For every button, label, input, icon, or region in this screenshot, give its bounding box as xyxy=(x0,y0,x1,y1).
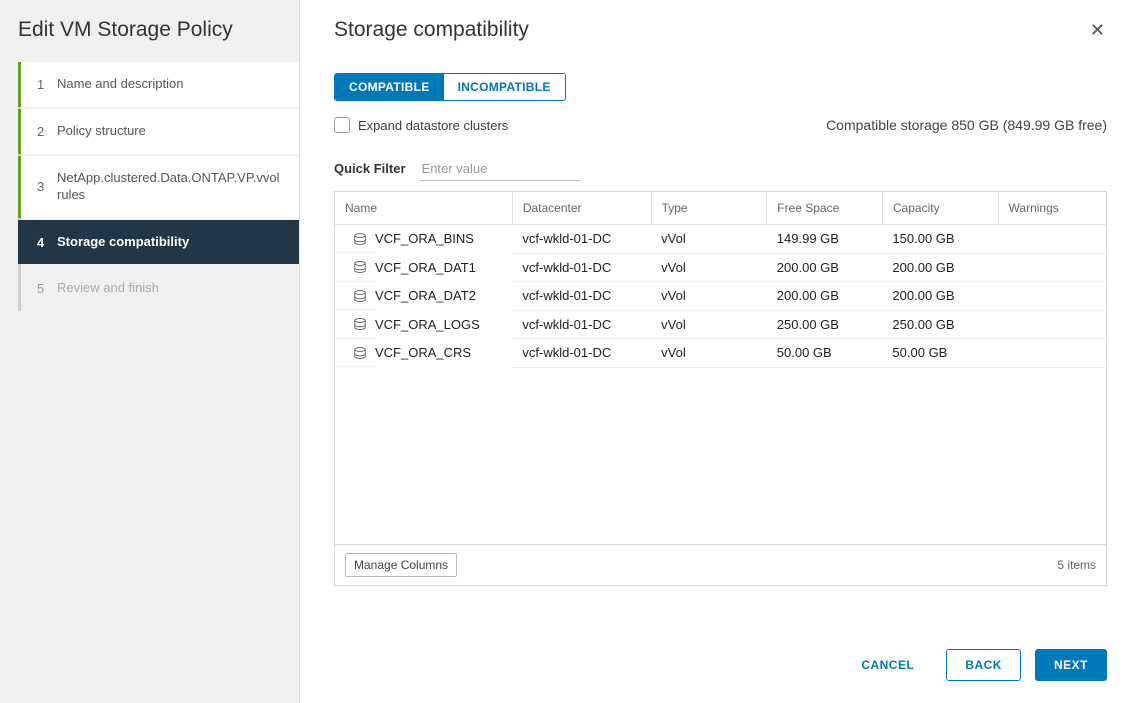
step-number: 3 xyxy=(37,179,53,194)
compatible-storage-summary: Compatible storage 850 GB (849.99 GB fre… xyxy=(826,117,1107,133)
step-name-and-description[interactable]: 1 Name and description xyxy=(18,62,299,107)
expand-clusters-label: Expand datastore clusters xyxy=(358,118,508,133)
tab-compatible[interactable]: COMPATIBLE xyxy=(335,74,444,100)
manage-columns-button[interactable]: Manage Columns xyxy=(345,553,457,577)
col-header-capacity[interactable]: Capacity xyxy=(882,192,998,225)
cell-datacenter: vcf-wkld-01-DC xyxy=(512,225,651,253)
step-label: Policy structure xyxy=(53,123,287,140)
table-row[interactable]: VCF_ORA_DAT2 vcf-wkld-01-DC vVol 200.00 … xyxy=(335,282,1106,311)
col-header-type[interactable]: Type xyxy=(651,192,767,225)
step-number: 1 xyxy=(37,77,53,92)
cell-datacenter: vcf-wkld-01-DC xyxy=(512,311,651,339)
step-storage-compatibility[interactable]: 4 Storage compatibility xyxy=(18,220,299,265)
cell-free-space: 149.99 GB xyxy=(767,225,883,253)
table-row[interactable]: VCF_ORA_BINS vcf-wkld-01-DC vVol 149.99 … xyxy=(335,225,1106,254)
cell-capacity: 250.00 GB xyxy=(882,311,998,339)
checkbox-icon[interactable] xyxy=(334,117,350,133)
step-number: 2 xyxy=(37,124,53,139)
tab-incompatible[interactable]: INCOMPATIBLE xyxy=(444,74,565,100)
step-label: Storage compatibility xyxy=(53,234,287,251)
cell-capacity: 200.00 GB xyxy=(882,254,998,282)
step-review-and-finish[interactable]: 5 Review and finish xyxy=(21,266,299,311)
step-label: Name and description xyxy=(53,76,287,93)
col-header-warnings[interactable]: Warnings xyxy=(998,192,1106,225)
step-policy-structure[interactable]: 2 Policy structure xyxy=(18,109,299,154)
wizard-title: Edit VM Storage Policy xyxy=(0,18,299,60)
table-row[interactable]: VCF_ORA_CRS vcf-wkld-01-DC vVol 50.00 GB… xyxy=(335,339,1106,368)
cell-free-space: 200.00 GB xyxy=(767,282,883,310)
close-icon[interactable]: ✕ xyxy=(1088,18,1107,43)
cell-free-space: 250.00 GB xyxy=(767,311,883,339)
col-header-free-space[interactable]: Free Space xyxy=(767,192,883,225)
wizard-footer: CANCEL BACK NEXT xyxy=(334,613,1107,681)
datastore-icon xyxy=(353,317,367,331)
cell-datacenter: vcf-wkld-01-DC xyxy=(512,254,651,282)
cell-capacity: 50.00 GB xyxy=(882,339,998,367)
cell-warnings xyxy=(998,254,1106,282)
table-row[interactable]: VCF_ORA_DAT1 vcf-wkld-01-DC vVol 200.00 … xyxy=(335,254,1106,283)
cell-name: VCF_ORA_DAT2 xyxy=(375,288,476,303)
cell-type: vVol xyxy=(651,282,767,310)
back-button[interactable]: BACK xyxy=(946,649,1021,681)
cell-type: vVol xyxy=(651,311,767,339)
cancel-button[interactable]: CANCEL xyxy=(843,649,932,681)
cell-name: VCF_ORA_DAT1 xyxy=(375,260,476,275)
cell-warnings xyxy=(998,225,1106,253)
item-count: 5 items xyxy=(1057,558,1096,572)
cell-datacenter: vcf-wkld-01-DC xyxy=(512,282,651,310)
wizard-sidebar: Edit VM Storage Policy 1 Name and descri… xyxy=(0,0,300,703)
cell-capacity: 200.00 GB xyxy=(882,282,998,310)
table-row[interactable]: VCF_ORA_LOGS vcf-wkld-01-DC vVol 250.00 … xyxy=(335,311,1106,340)
page-title: Storage compatibility xyxy=(334,18,529,42)
datastore-icon xyxy=(353,232,367,246)
datastore-table: Name Datacenter Type Free Space Capacity… xyxy=(334,191,1107,586)
cell-warnings xyxy=(998,282,1106,310)
col-header-name[interactable]: Name xyxy=(335,192,512,225)
col-header-datacenter[interactable]: Datacenter xyxy=(512,192,651,225)
cell-warnings xyxy=(998,311,1106,339)
datastore-icon xyxy=(353,289,367,303)
cell-free-space: 200.00 GB xyxy=(767,254,883,282)
cell-warnings xyxy=(998,339,1106,367)
step-number: 5 xyxy=(37,281,53,296)
cell-name: VCF_ORA_BINS xyxy=(375,231,474,246)
step-label: NetApp.clustered.Data.ONTAP.VP.vvol rule… xyxy=(53,170,287,204)
cell-type: vVol xyxy=(651,339,767,367)
datastore-icon xyxy=(353,260,367,274)
main-panel: Storage compatibility ✕ COMPATIBLE INCOM… xyxy=(300,0,1135,703)
cell-capacity: 150.00 GB xyxy=(882,225,998,253)
step-label: Review and finish xyxy=(53,280,287,297)
cell-type: vVol xyxy=(651,225,767,253)
cell-type: vVol xyxy=(651,254,767,282)
cell-name: VCF_ORA_CRS xyxy=(375,345,471,360)
step-vvol-rules[interactable]: 3 NetApp.clustered.Data.ONTAP.VP.vvol ru… xyxy=(18,156,299,218)
cell-datacenter: vcf-wkld-01-DC xyxy=(512,339,651,367)
cell-name: VCF_ORA_LOGS xyxy=(375,317,480,332)
quick-filter-input[interactable] xyxy=(420,157,580,181)
datastore-icon xyxy=(353,346,367,360)
wizard-steps: 1 Name and description 2 Policy structur… xyxy=(18,62,299,311)
cell-free-space: 50.00 GB xyxy=(767,339,883,367)
quick-filter-label: Quick Filter xyxy=(334,161,406,176)
compatibility-tabs: COMPATIBLE INCOMPATIBLE xyxy=(334,73,566,101)
expand-clusters-checkbox[interactable]: Expand datastore clusters xyxy=(334,117,508,133)
next-button[interactable]: NEXT xyxy=(1035,649,1107,681)
step-number: 4 xyxy=(37,235,53,250)
